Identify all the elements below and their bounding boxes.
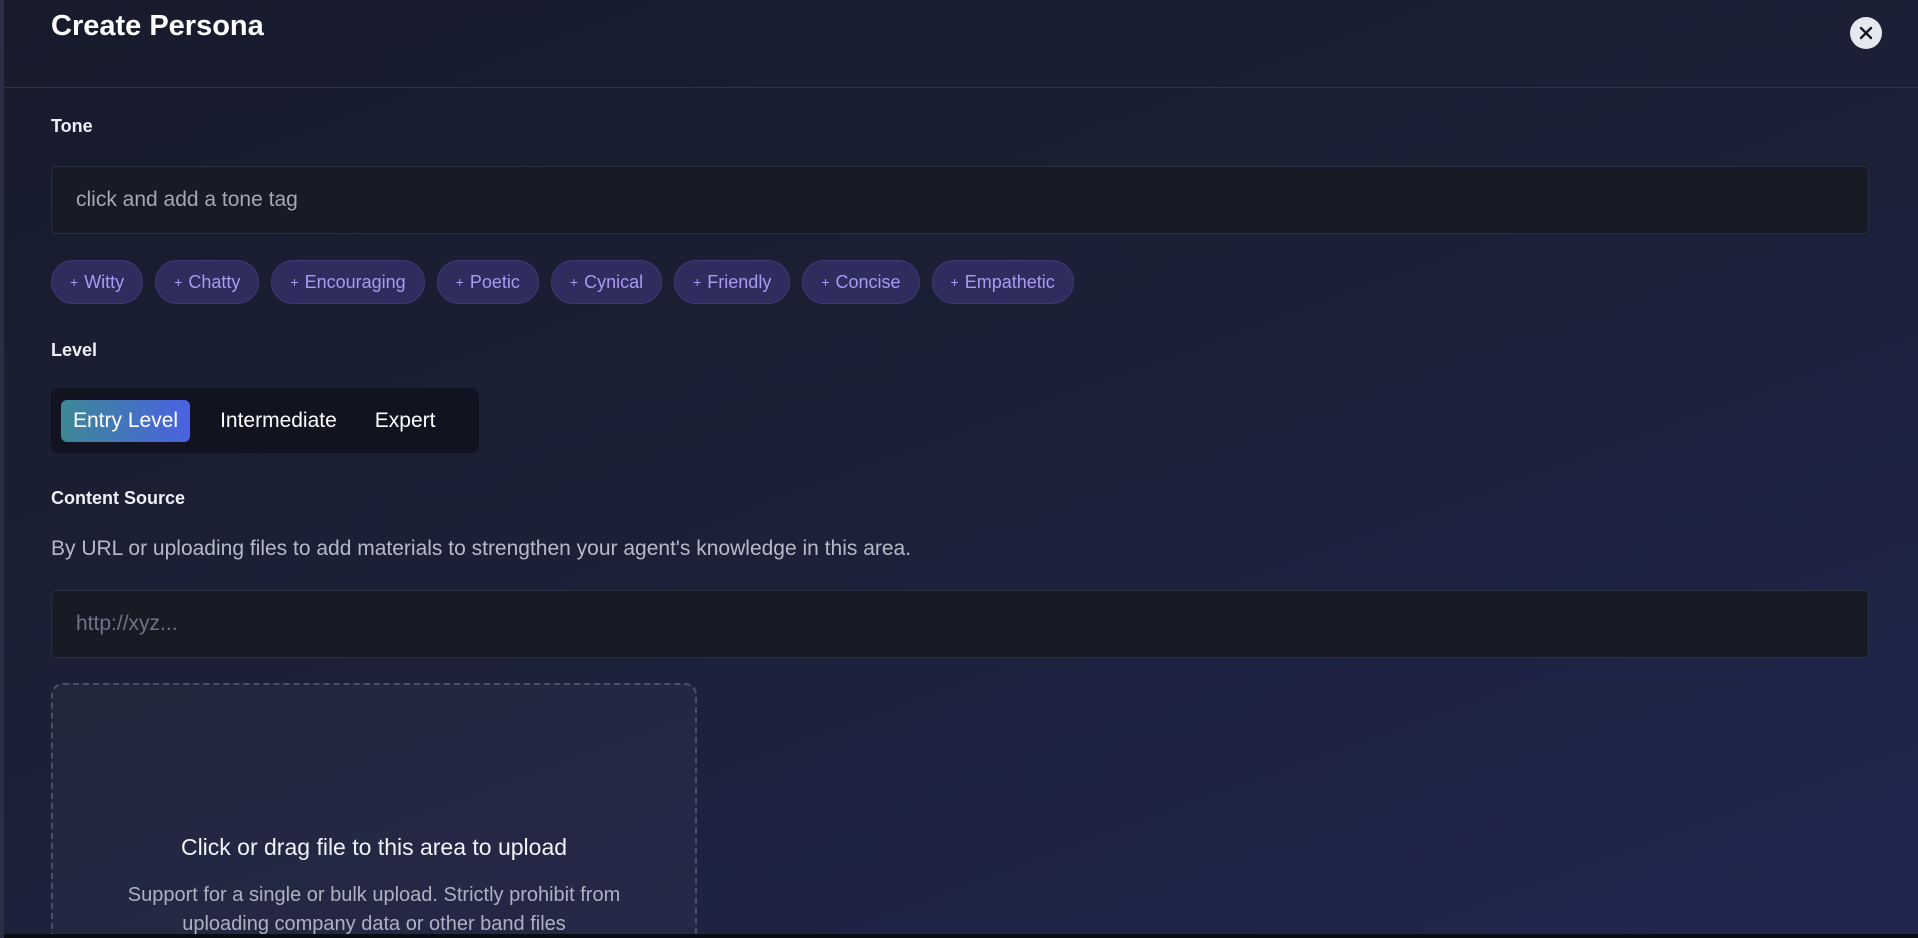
plus-icon: + <box>821 274 830 290</box>
close-button[interactable] <box>1850 17 1882 49</box>
level-option-entry-level[interactable]: Entry Level <box>61 399 191 442</box>
level-label: Level <box>51 340 98 360</box>
tag-label: Empathetic <box>964 271 1055 292</box>
modal-title: Create Persona <box>51 10 264 42</box>
tone-tag-concise[interactable]: + Concise <box>802 260 920 304</box>
tag-label: Encouraging <box>304 271 406 292</box>
tag-label: Cynical <box>584 271 644 292</box>
tag-label: Chatty <box>188 271 241 292</box>
create-persona-modal: Create Persona Tone + Witty + Chatty + Enco… <box>4 0 1918 934</box>
content-source-description: By URL or uploading files to add materia… <box>51 537 912 560</box>
plus-icon: + <box>950 274 959 290</box>
upload-title: Click or drag file to this area to uploa… <box>180 834 568 860</box>
level-segmented-control: Entry Level Intermediate Expert <box>51 388 479 453</box>
tone-label: Tone <box>51 116 93 136</box>
upload-hint: Support for a single or bulk upload. Str… <box>127 884 621 934</box>
tone-tag-encouraging[interactable]: + Encouraging <box>271 260 425 304</box>
tag-label: Witty <box>84 271 125 292</box>
url-input[interactable] <box>51 590 1869 658</box>
tag-label: Concise <box>835 271 901 292</box>
file-upload-dropzone[interactable]: Click or drag file to this area to uploa… <box>51 683 697 934</box>
tone-tag-chatty[interactable]: + Chatty <box>155 260 260 304</box>
level-option-intermediate[interactable]: Intermediate <box>208 400 349 442</box>
plus-icon: + <box>693 274 702 290</box>
content-source-label: Content Source <box>51 488 186 508</box>
modal-header: Create Persona <box>4 0 1918 88</box>
tag-label: Friendly <box>707 271 772 292</box>
plus-icon: + <box>174 274 183 290</box>
tone-tag-witty[interactable]: + Witty <box>51 260 144 304</box>
close-icon <box>1859 26 1873 40</box>
plus-icon: + <box>455 274 464 290</box>
plus-icon: + <box>70 274 79 290</box>
plus-icon: + <box>290 274 299 290</box>
tag-label: Poetic <box>469 271 520 292</box>
tone-tag-empathetic[interactable]: + Empathetic <box>931 260 1074 304</box>
tone-tag-suggestions: + Witty + Chatty + Encouraging + Poetic + Cyn… <box>51 260 1074 304</box>
tone-tag-input[interactable] <box>51 166 1869 234</box>
plus-icon: + <box>569 274 579 290</box>
tone-tag-poetic[interactable]: + Poetic <box>436 260 539 304</box>
tone-tag-cynical[interactable]: + Cynical <box>550 260 663 304</box>
tone-tag-friendly[interactable]: + Friendly <box>674 260 791 304</box>
level-option-expert[interactable]: Expert <box>363 400 448 442</box>
